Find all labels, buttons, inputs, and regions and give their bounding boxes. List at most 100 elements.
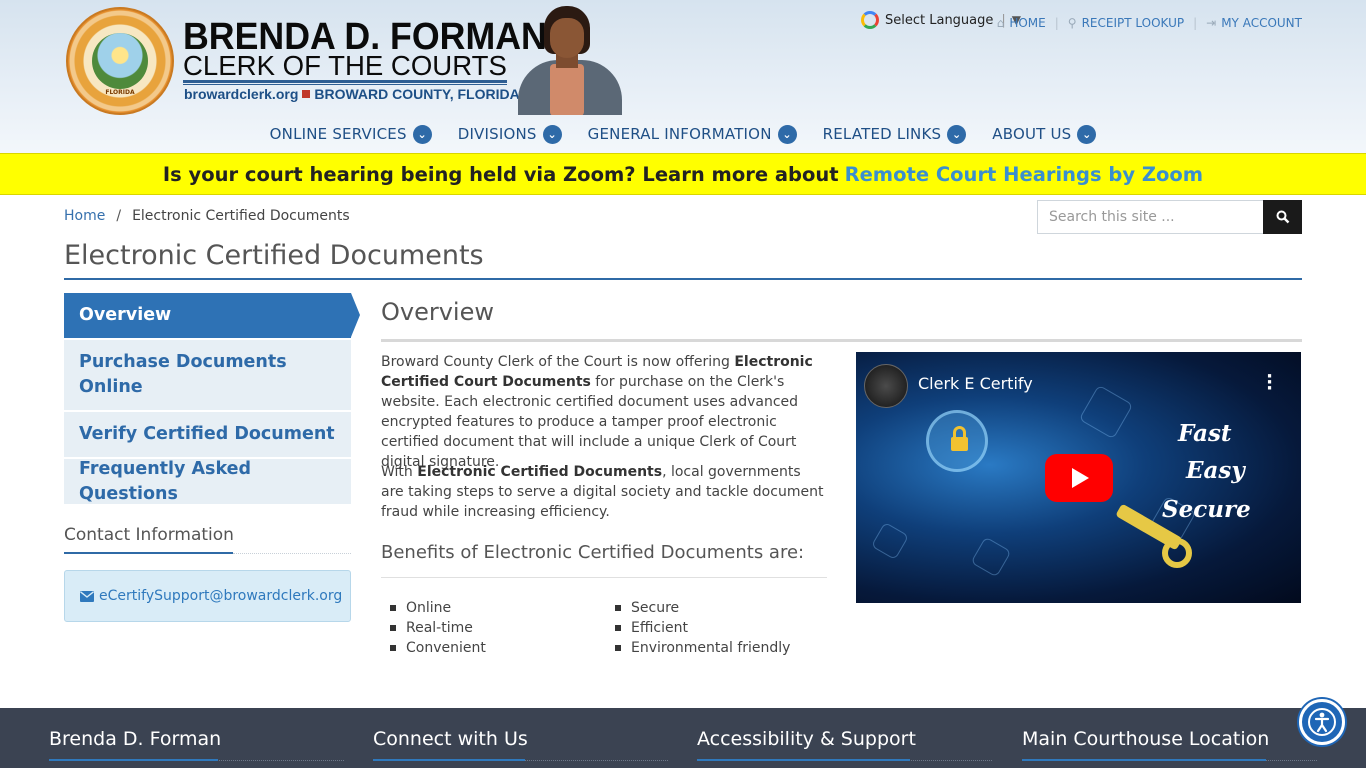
link-separator: | [1193,16,1198,30]
second-paragraph: With Electronic Certified Documents, loc… [381,462,827,522]
footer-col-brenda: Brenda D. Forman [49,728,344,761]
sign-in-icon: ⇥ [1206,16,1217,30]
search-input[interactable]: Search this site ... [1037,200,1263,234]
video-word-secure: Secure [1162,496,1251,523]
sidebar-item-overview[interactable]: Overview [64,293,360,338]
clerk-seal-logo[interactable]: FLORIDA [66,7,174,115]
nav-divisions[interactable]: DIVISIONS ⌄ [458,120,562,148]
contact-email-link[interactable]: eCertifySupport@browardclerk.org [99,588,342,604]
top-link-label: HOME [1009,16,1046,30]
lock-body [951,437,968,451]
video-word-easy: Easy [1186,457,1245,484]
footer-underline [373,759,525,761]
brand-title[interactable]: CLERK OF THE COURTS [183,50,507,82]
accessibility-icon [1308,708,1336,736]
footer-underline [1022,759,1266,761]
clerk-portrait [512,6,624,115]
chevron-down-icon: ⌄ [947,124,967,144]
footer-heading: Accessibility & Support [697,728,916,750]
top-link-home[interactable]: ⌂ HOME [997,16,1046,30]
nav-label: ONLINE SERVICES [269,125,407,143]
lock-circle [926,410,988,472]
footer-heading: Brenda D. Forman [49,728,222,750]
title-rule [64,278,1302,280]
benefits-list-right: Secure Efficient Environmental friendly [606,598,790,658]
page-title: Electronic Certified Documents [64,240,484,271]
breadcrumb-separator: / [116,208,122,224]
search-button[interactable] [1263,200,1302,234]
footer-col-connect: Connect with Us [373,728,668,761]
benefits-rule [381,577,827,578]
site-search: Search this site ... [1037,200,1302,234]
chevron-down-icon: ⌄ [777,124,797,144]
footer-col-courthouse: Main Courthouse Location [1022,728,1317,761]
nav-related-links[interactable]: RELATED LINKS ⌄ [823,120,967,148]
zoom-alert-banner: Is your court hearing being held via Zoo… [0,153,1366,195]
home-icon: ⌂ [996,16,1005,30]
contact-email-box: eCertifySupport@browardclerk.org [64,570,351,622]
breadcrumb: Home / Electronic Certified Documents [64,208,350,224]
footer-underline [697,759,910,761]
second-text: With [381,464,418,480]
brand-county: BROWARD COUNTY, FLORIDA [314,86,520,102]
nav-general-information[interactable]: GENERAL INFORMATION ⌄ [588,120,797,148]
list-item: Efficient [606,618,790,638]
footer-heading: Main Courthouse Location [1022,728,1270,750]
channel-avatar[interactable] [864,364,908,408]
chevron-down-icon: ⌄ [542,124,562,144]
contact-heading: Contact Information [64,525,234,545]
list-item: Secure [606,598,790,618]
sidebar-nav: Overview Purchase Documents Online Verif… [64,293,360,506]
nav-label: DIVISIONS [457,125,537,143]
accessibility-button[interactable] [1299,699,1345,745]
breadcrumb-current: Electronic Certified Documents [132,208,350,224]
google-translate-icon [861,11,879,29]
contact-divider [233,553,351,554]
seal-text: FLORIDA [105,89,135,96]
benefits-heading: Benefits of Electronic Certified Documen… [381,542,805,563]
list-item: Convenient [381,638,486,658]
decorative-hexagon [970,536,1012,578]
sidebar-item-verify-document[interactable]: Verify Certified Document [64,412,351,457]
more-options-icon[interactable]: · · · [1266,368,1273,398]
sidebar-item-faq[interactable]: Frequently Asked Questions [64,459,351,504]
seal-emblem-icon [92,33,148,89]
footer-col-accessibility: Accessibility & Support [697,728,992,761]
key-bow [1162,538,1192,568]
site-header: FLORIDA BRENDA D. FORMAN CLERK OF THE CO… [0,0,1366,153]
intro-text: Broward County Clerk of the Court is now… [381,354,735,370]
sidebar-item-purchase-documents[interactable]: Purchase Documents Online [64,340,351,410]
main-nav: ONLINE SERVICES ⌄ DIVISIONS ⌄ GENERAL INFO… [0,120,1366,148]
search-icon [1276,210,1289,224]
youtube-video-embed[interactable]: Clerk E Certify · · · Fast Easy Secure [856,352,1301,603]
language-label: Select Language [885,12,994,28]
top-link-label: MY ACCOUNT [1221,16,1302,30]
decorative-hexagon [870,521,910,561]
sidebar-item-label: Purchase Documents Online [79,352,287,397]
red-square-icon [302,90,311,98]
link-separator: | [1054,16,1059,30]
top-link-receipt-lookup[interactable]: ⚲ RECEIPT LOOKUP [1068,16,1184,30]
alert-link-remote-hearings[interactable]: Remote Court Hearings by Zoom [845,163,1204,186]
sidebar-item-label: Verify Certified Document [79,424,335,444]
breadcrumb-home[interactable]: Home [64,208,105,224]
footer-underline [49,759,218,761]
list-item: Real-time [381,618,486,638]
brand-rule-thin [183,84,507,85]
overview-rule [381,339,1302,342]
video-word-fast: Fast [1178,420,1232,447]
chevron-down-icon: ⌄ [1077,124,1097,144]
chevron-down-icon: ⌄ [412,124,432,144]
nav-online-services[interactable]: ONLINE SERVICES ⌄ [270,120,432,148]
sidebar-item-label: Overview [79,305,172,325]
play-button[interactable] [1045,454,1113,502]
video-title[interactable]: Clerk E Certify [918,374,1033,393]
decorative-hexagon [1078,384,1134,440]
brand-rule [183,80,507,83]
brand-site: browardclerk.org [184,86,299,102]
list-item: Online [381,598,486,618]
nav-about-us[interactable]: ABOUT US ⌄ [992,120,1097,148]
footer-heading: Connect with Us [373,728,528,750]
top-link-my-account[interactable]: ⇥ MY ACCOUNT [1206,16,1302,30]
utility-links: ⌂ HOME | ⚲ RECEIPT LOOKUP | ⇥ MY ACCOUNT [997,16,1302,30]
